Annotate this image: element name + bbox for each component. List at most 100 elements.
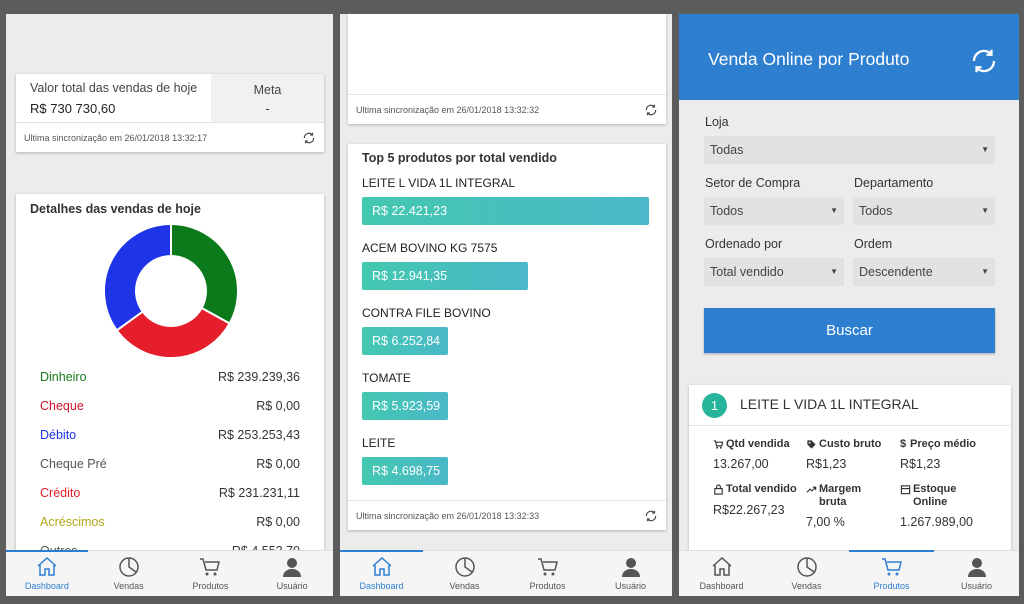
sync-bar: Ultima sincronização em 26/01/2018 13:32… bbox=[16, 122, 324, 152]
bottom-nav: Dashboard Vendas Produtos Usuário bbox=[340, 550, 672, 596]
rank-badge: 1 bbox=[702, 393, 727, 418]
product-name: CONTRA FILE BOVINO bbox=[362, 306, 491, 320]
search-button[interactable]: Buscar bbox=[704, 308, 995, 353]
nav-produtos-label: Produtos bbox=[529, 581, 566, 591]
top5-card: Top 5 produtos por total vendido LEITE L… bbox=[348, 144, 666, 530]
nav-vendas[interactable]: Vendas bbox=[88, 551, 170, 596]
total-vendido-label: Total vendido bbox=[726, 483, 797, 495]
custo-label: Custo bruto bbox=[819, 438, 882, 450]
sync-text-bottom: Ultima sincronização em 26/01/2018 13:32… bbox=[356, 511, 540, 521]
breakdown-label: Cheque Pré bbox=[40, 457, 107, 471]
user-icon bbox=[283, 558, 302, 577]
nav-vendas[interactable]: Vendas bbox=[764, 551, 849, 596]
nav-dashboard-label: Dashboard bbox=[699, 581, 744, 591]
estoque-label: Estoque Online bbox=[913, 483, 957, 508]
estoque-value: 1.267.989,00 bbox=[900, 515, 973, 529]
rank-number: 1 bbox=[710, 398, 719, 413]
user-icon bbox=[621, 558, 640, 577]
nav-vendas-label: Vendas bbox=[791, 581, 822, 591]
caret-down-icon: ▼ bbox=[981, 145, 989, 154]
departamento-select[interactable]: Todos ▼ bbox=[853, 197, 995, 225]
caret-down-icon: ▼ bbox=[830, 206, 838, 215]
breakdown-label: Cheque bbox=[40, 399, 84, 413]
departamento-value: Todos bbox=[859, 204, 893, 218]
caret-down-icon: ▼ bbox=[830, 267, 838, 276]
search-button-label: Buscar bbox=[826, 322, 873, 339]
pie-chart-icon bbox=[118, 557, 139, 577]
refresh-icon[interactable] bbox=[302, 131, 316, 145]
refresh-icon[interactable] bbox=[644, 103, 658, 117]
preco-value: R$1,23 bbox=[900, 457, 941, 471]
sync-text: Ultima sincronização em 26/01/2018 13:32… bbox=[24, 133, 208, 143]
nav-produtos[interactable]: Produtos bbox=[849, 551, 934, 596]
nav-produtos[interactable]: Produtos bbox=[506, 551, 589, 596]
loja-select[interactable]: Todas ▼ bbox=[704, 136, 995, 164]
tag-icon bbox=[807, 440, 816, 449]
nav-produtos[interactable]: Produtos bbox=[170, 551, 252, 596]
setor-label: Setor de Compra bbox=[705, 176, 801, 190]
nav-vendas[interactable]: Vendas bbox=[423, 551, 506, 596]
breakdown-value: R$ 253.253,43 bbox=[217, 428, 300, 442]
product-bar: R$ 4.698,75 bbox=[362, 457, 448, 485]
caret-down-icon: ▼ bbox=[981, 267, 989, 276]
total-sales-card: Valor total das vendas de hoje R$ 730 73… bbox=[16, 74, 324, 152]
nav-usuario-label: Usuário bbox=[276, 581, 308, 591]
product-result-card[interactable]: 1 LEITE L VIDA 1L INTEGRAL Qtd vendida 1… bbox=[689, 385, 1011, 555]
nav-produtos-label: Produtos bbox=[873, 581, 910, 591]
refresh-icon[interactable] bbox=[644, 509, 658, 523]
nav-usuario[interactable]: Usuário bbox=[934, 551, 1019, 596]
cart-icon bbox=[713, 440, 724, 449]
nav-dashboard[interactable]: Dashboard bbox=[679, 551, 764, 596]
cart-icon bbox=[200, 558, 221, 576]
margem-value: 7,00 % bbox=[806, 515, 845, 529]
nav-vendas-label: Vendas bbox=[113, 581, 144, 591]
meta-area: Meta - bbox=[211, 74, 324, 122]
inventory-icon bbox=[900, 485, 911, 495]
nav-usuario[interactable]: Usuário bbox=[251, 551, 333, 596]
ordenado-label: Ordenado por bbox=[705, 237, 783, 251]
nav-usuario[interactable]: Usuário bbox=[589, 551, 672, 596]
bottom-nav: Dashboard Vendas Produtos Usuário bbox=[679, 550, 1019, 596]
nav-dashboard-label: Dashboard bbox=[24, 581, 69, 591]
qtd-value: 13.267,00 bbox=[713, 457, 769, 471]
ordenado-select[interactable]: Total vendido ▼ bbox=[704, 258, 844, 286]
breakdown-row: Cheque Pré R$ 0,00 bbox=[40, 457, 300, 477]
nav-usuario-label: Usuário bbox=[614, 581, 646, 591]
refresh-icon[interactable] bbox=[969, 46, 999, 76]
dollar-icon: $ bbox=[900, 438, 907, 450]
nav-vendas-label: Vendas bbox=[449, 581, 480, 591]
cart-icon bbox=[881, 558, 902, 576]
ordem-value: Descendente bbox=[859, 265, 933, 279]
breakdown-label: Crédito bbox=[40, 486, 81, 500]
header-title: Venda Online por Produto bbox=[708, 49, 910, 69]
product-name: TOMATE bbox=[362, 371, 411, 385]
trend-icon bbox=[806, 486, 817, 493]
qtd-label: Qtd vendida bbox=[726, 438, 790, 450]
product-bar: R$ 5.923,59 bbox=[362, 392, 448, 420]
pie-chart-icon bbox=[796, 557, 817, 577]
breakdown-value: R$ 0,00 bbox=[256, 515, 300, 529]
breakdown-row: Acréscimos R$ 0,00 bbox=[40, 515, 300, 535]
breakdown-label: Débito bbox=[40, 428, 77, 442]
pie-chart-icon bbox=[454, 557, 475, 577]
ordem-select[interactable]: Descendente ▼ bbox=[853, 258, 995, 286]
breakdown-row: Débito R$ 253.253,43 bbox=[40, 428, 300, 448]
nav-dashboard[interactable]: Dashboard bbox=[340, 551, 423, 596]
total-vendido-value: R$22.267,23 bbox=[713, 503, 785, 517]
home-icon bbox=[37, 556, 57, 576]
breakdown-value: R$ 231.231,11 bbox=[218, 486, 300, 500]
dashboard-screen: Valor total das vendas de hoje R$ 730 73… bbox=[6, 14, 333, 596]
nav-dashboard[interactable]: Dashboard bbox=[6, 551, 88, 596]
sync-text-top: Ultima sincronização em 26/01/2018 13:32… bbox=[356, 105, 540, 115]
breakdown-value: R$ 0,00 bbox=[256, 399, 300, 413]
top5-screen: Ultima sincronização em 26/01/2018 13:32… bbox=[340, 14, 672, 596]
sales-donut-chart bbox=[103, 222, 239, 359]
lock-icon bbox=[714, 484, 723, 495]
setor-select[interactable]: Todos ▼ bbox=[704, 197, 844, 225]
donut-slice-debito bbox=[103, 222, 172, 332]
product-bar: R$ 6.252,84 bbox=[362, 327, 448, 355]
meta-label: Meta bbox=[253, 83, 282, 97]
details-card: Detalhes das vendas de hoje Dinheiro R$ 2… bbox=[16, 194, 324, 596]
total-label: Valor total das vendas de hoje bbox=[30, 81, 198, 95]
caret-down-icon: ▼ bbox=[981, 206, 989, 215]
